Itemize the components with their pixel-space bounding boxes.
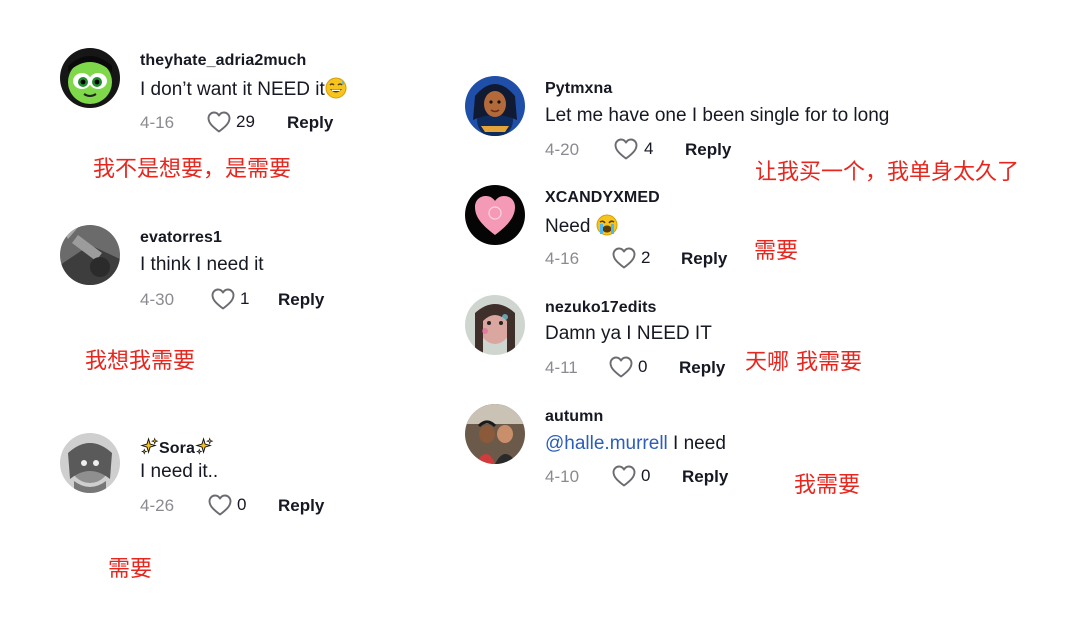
reply-button[interactable]: Reply [685,140,731,160]
like-count: 2 [641,248,651,267]
avatar[interactable] [465,76,525,136]
heart-outline-icon[interactable] [614,138,638,160]
sweat-smile-emoji-icon [325,77,347,99]
translation-annotation: 我不是想要，是需要 [93,157,292,182]
sparkles-icon [140,437,159,456]
comment-text: Damn ya I NEED IT [545,323,712,344]
comment-date: 4-10 [545,467,580,486]
reply-button[interactable]: Reply [287,113,333,133]
comment-text: I think I need it [140,254,264,275]
username[interactable]: theyhate_adria2much [140,52,306,70]
avatar[interactable] [465,185,525,245]
username-text: Sora [159,440,195,457]
reply-button[interactable]: Reply [679,358,725,378]
translation-annotation: 我需要 [794,473,861,498]
translation-annotation: 天哪 我需要 [745,350,862,375]
username[interactable]: autumn [545,408,603,426]
translation-annotation: 需要 [108,557,153,582]
comment-text-content: I don’t want it NEED it [140,79,325,100]
like-count: 0 [237,495,247,514]
translation-annotation: 让我买一个，我单身太久了 [755,160,1020,185]
username[interactable]: Sora [140,437,214,458]
like-count: 29 [236,112,255,131]
heart-outline-icon[interactable] [612,247,636,269]
username[interactable]: Pytmxna [545,80,612,98]
comment-text: @halle.murrell I need [545,433,726,455]
avatar[interactable] [60,48,120,108]
username[interactable]: nezuko17edits [545,299,657,317]
user-mention-link[interactable]: @halle.murrell [545,433,668,454]
avatar[interactable] [465,404,525,464]
comment-text-content: I need [667,433,726,454]
translation-annotation: 需要 [754,239,799,264]
comment-date: 4-16 [545,249,580,268]
comment-date: 4-26 [140,496,175,515]
comment-text: Let me have one I been single for to lon… [545,105,890,126]
comment-text: Need [545,214,618,238]
translation-annotation: 我想我需要 [85,349,196,374]
username[interactable]: evatorres1 [140,229,222,247]
reply-button[interactable]: Reply [681,249,727,269]
comment-text: I don’t want it NEED it [140,77,347,101]
reply-button[interactable]: Reply [682,467,728,487]
comment-date: 4-11 [545,358,578,377]
heart-outline-icon[interactable] [612,465,636,487]
avatar[interactable] [465,295,525,355]
comment-date: 4-30 [140,290,175,309]
comment-text: I need it.. [140,461,219,482]
comment-date: 4-16 [140,113,175,132]
comment-date: 4-20 [545,140,580,159]
sparkles-icon [195,437,214,456]
loudly-crying-emoji-icon [596,214,618,236]
heart-outline-icon[interactable] [609,356,633,378]
avatar[interactable] [60,225,120,285]
like-count: 4 [644,139,654,158]
comment-text-content: Need [545,216,591,237]
like-count: 0 [641,466,651,485]
like-count: 1 [240,289,250,308]
heart-outline-icon[interactable] [211,288,235,310]
heart-outline-icon[interactable] [208,494,232,516]
like-count: 0 [638,357,648,376]
reply-button[interactable]: Reply [278,496,324,516]
username[interactable]: XCANDYXMED [545,189,660,207]
reply-button[interactable]: Reply [278,290,324,310]
heart-outline-icon[interactable] [207,111,231,133]
avatar[interactable] [60,433,120,493]
